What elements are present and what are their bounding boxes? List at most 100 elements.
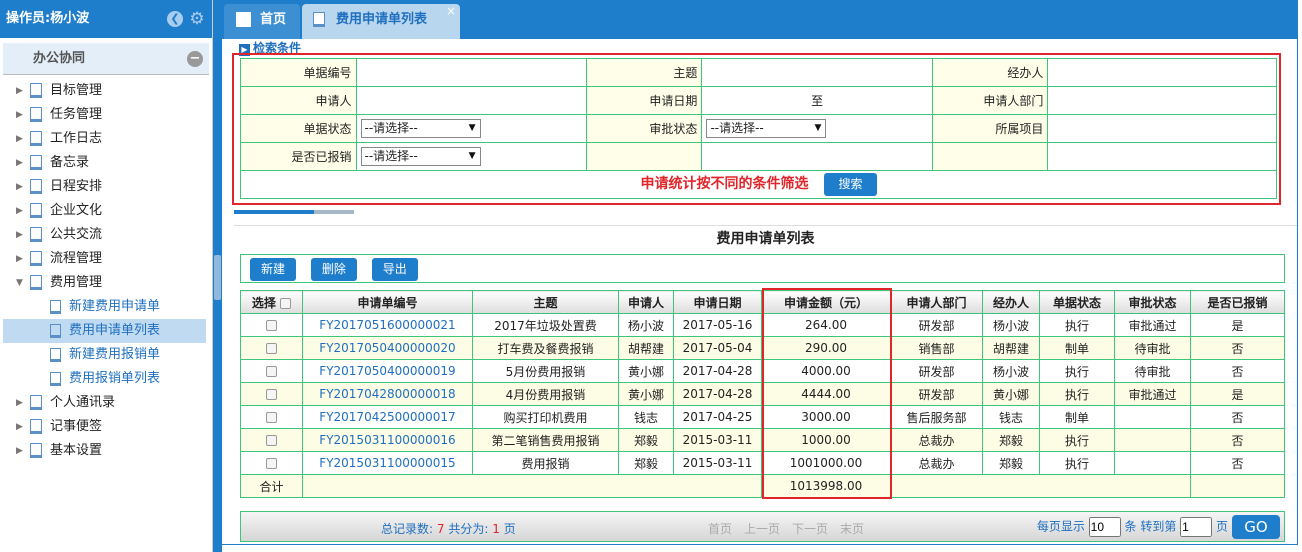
sidebar-item-label: 流程管理 xyxy=(50,251,103,266)
sidebar-subitem[interactable]: 新建费用申请单 xyxy=(0,295,212,319)
status-select[interactable]: --请选择-- ▼ xyxy=(360,119,481,138)
table-cell: 2015-03-11 xyxy=(673,451,762,475)
pages-label: 共分为: xyxy=(448,522,489,536)
column-header[interactable]: 选择 xyxy=(240,290,303,314)
row-checkbox[interactable] xyxy=(266,458,277,469)
minus-icon[interactable]: − xyxy=(187,51,203,67)
table-cell: 执行 xyxy=(1039,382,1115,406)
row-checkbox[interactable] xyxy=(266,366,277,377)
sidebar-item[interactable]: ▶ 目标管理 xyxy=(0,79,212,103)
table-cell: 2017-05-16 xyxy=(673,313,762,337)
go-button[interactable]: GO xyxy=(1232,515,1280,539)
document-icon xyxy=(30,107,42,122)
total-label: 合计 xyxy=(240,474,303,498)
last-page-link[interactable]: 末页 xyxy=(840,522,864,536)
application-number-link[interactable]: FY2015031100000016 xyxy=(302,428,473,452)
export-button[interactable]: 导出 xyxy=(371,258,418,281)
sidebar-item[interactable]: ▼ 费用管理 xyxy=(0,271,212,295)
application-number-link[interactable]: FY2017051600000021 xyxy=(302,313,473,337)
goto-page-input[interactable] xyxy=(1180,517,1213,537)
field-input[interactable]: --请选择-- ▼ xyxy=(701,114,933,143)
close-icon[interactable]: × xyxy=(446,0,456,27)
collapse-icon[interactable]: ❮ xyxy=(167,11,183,27)
row-checkbox[interactable] xyxy=(266,343,277,354)
sidebar-item[interactable]: ▶ 流程管理 xyxy=(0,247,212,271)
splitter[interactable] xyxy=(213,0,222,552)
first-page-link[interactable]: 首页 xyxy=(708,522,732,536)
gear-icon[interactable]: ⚙ xyxy=(189,11,205,28)
new-button[interactable]: 新建 xyxy=(250,258,297,281)
next-page-link[interactable]: 下一页 xyxy=(792,522,828,536)
sidebar-item[interactable]: ▶ 个人通讯录 xyxy=(0,391,212,415)
status-select[interactable]: --请选择-- ▼ xyxy=(360,147,481,166)
application-number-link[interactable]: FY2017042500000017 xyxy=(302,405,473,429)
application-number-link[interactable]: FY2015031100000015 xyxy=(302,451,473,475)
row-select-cell[interactable] xyxy=(240,336,303,360)
delete-button[interactable]: 删除 xyxy=(310,258,357,281)
row-select-cell[interactable] xyxy=(240,451,303,475)
sidebar-item[interactable]: ▶ 备忘录 xyxy=(0,151,212,175)
row-checkbox[interactable] xyxy=(266,435,277,446)
field-input[interactable] xyxy=(355,58,587,87)
triangle-right-icon: ▶ xyxy=(16,158,23,168)
sidebar-item[interactable]: ▶ 企业文化 xyxy=(0,199,212,223)
table-cell: 是 xyxy=(1190,313,1285,337)
sidebar-item-label: 费用管理 xyxy=(50,275,103,290)
prev-page-link[interactable]: 上一页 xyxy=(744,522,780,536)
page-count: 1 xyxy=(492,522,500,536)
sidebar-subitem[interactable]: 费用报销单列表 xyxy=(0,367,212,391)
row-select-cell[interactable] xyxy=(240,405,303,429)
per-page-label: 每页显示 xyxy=(1036,519,1085,534)
status-select[interactable]: --请选择-- ▼ xyxy=(706,119,827,138)
dropdown-arrow-icon: ▼ xyxy=(468,151,476,161)
table-cell: 研发部 xyxy=(890,382,983,406)
field-input[interactable] xyxy=(1047,86,1277,115)
table-cell: 是 xyxy=(1190,382,1285,406)
sidebar-subitem[interactable]: 新建费用报销单 xyxy=(0,343,212,367)
table-cell: 郑毅 xyxy=(618,451,674,475)
sidebar-item[interactable]: ▶ 日程安排 xyxy=(0,175,212,199)
row-checkbox[interactable] xyxy=(266,389,277,400)
sidebar-item[interactable]: ▶ 工作日志 xyxy=(0,127,212,151)
sidebar-item[interactable]: ▶ 基本设置 xyxy=(0,439,212,463)
column-header: 审批状态 xyxy=(1114,290,1191,314)
table-cell: 费用报销 xyxy=(472,451,619,475)
select-all-checkbox[interactable] xyxy=(280,297,292,309)
field-input[interactable] xyxy=(355,86,587,115)
date-range-input[interactable]: 至 xyxy=(701,86,933,115)
tab-expense-list[interactable]: 费用申请单列表 × xyxy=(302,4,460,39)
application-number-link[interactable]: FY2017042800000018 xyxy=(302,382,473,406)
field-input[interactable] xyxy=(701,58,933,87)
field-input[interactable] xyxy=(701,142,933,171)
application-number-link[interactable]: FY2017050400000019 xyxy=(302,359,473,383)
search-button[interactable]: 搜索 xyxy=(824,173,877,196)
sidebar-subitem-label: 新建费用报销单 xyxy=(69,347,161,362)
row-checkbox[interactable] xyxy=(266,320,277,331)
triangle-right-icon: ▶ xyxy=(16,398,23,408)
row-select-cell[interactable] xyxy=(240,382,303,406)
sidebar-subitem[interactable]: 费用申请单列表 xyxy=(3,319,206,343)
field-input[interactable]: --请选择-- ▼ xyxy=(355,142,587,171)
row-select-cell[interactable] xyxy=(240,428,303,452)
menu-group-header[interactable]: 办公协同 − xyxy=(3,43,209,75)
table-cell: 2017-05-04 xyxy=(673,336,762,360)
row-select-cell[interactable] xyxy=(240,359,303,383)
field-label: 单据编号 xyxy=(240,58,357,87)
sidebar-item[interactable]: ▶ 任务管理 xyxy=(0,103,212,127)
row-checkbox[interactable] xyxy=(266,412,277,423)
field-input[interactable] xyxy=(1047,142,1277,171)
application-number-link[interactable]: FY2017050400000020 xyxy=(302,336,473,360)
sidebar: 操作员:杨小波 ❮ ⚙ 办公协同 − ▶ 目标管理 ▶ 任务管理 ▶ 工作日志 ▶ 备忘录 ▶ 日程… xyxy=(0,0,213,552)
splitter-handle[interactable] xyxy=(214,255,221,300)
field-input[interactable] xyxy=(1047,114,1277,143)
goto-label: 条 转到第 xyxy=(1124,519,1177,534)
row-select-cell[interactable] xyxy=(240,313,303,337)
sidebar-item[interactable]: ▶ 公共交流 xyxy=(0,223,212,247)
sidebar-item[interactable]: ▶ 记事便签 xyxy=(0,415,212,439)
field-input[interactable]: --请选择-- ▼ xyxy=(355,114,587,143)
field-input[interactable] xyxy=(1047,58,1277,87)
table-cell: 审批通过 xyxy=(1114,313,1191,337)
tab-label: 费用申请单列表 xyxy=(336,12,428,27)
tab-home[interactable]: 首页 xyxy=(224,4,300,39)
per-page-input[interactable] xyxy=(1088,517,1121,537)
